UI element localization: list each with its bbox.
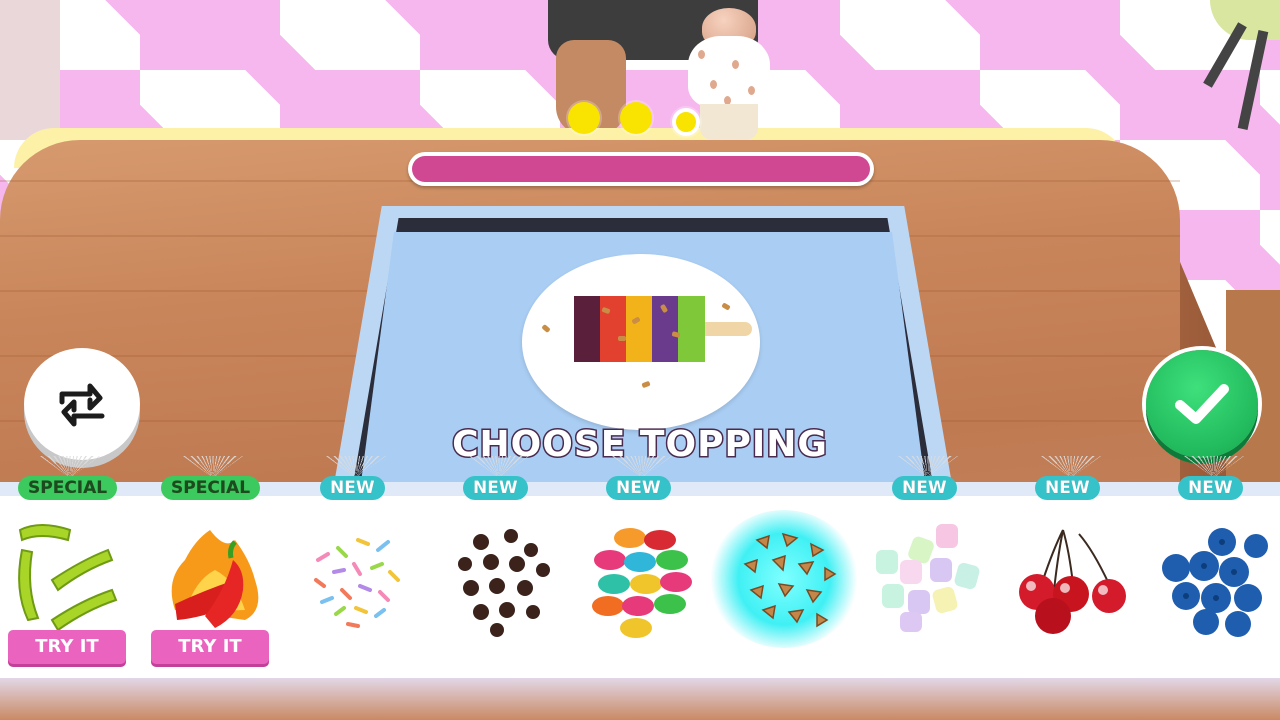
new-badge: NEW (320, 476, 385, 500)
topping-item-marshmallows[interactable]: NEW (858, 456, 998, 668)
new-badge: NEW (1178, 476, 1243, 500)
topping-item-cherries[interactable]: NEW (1001, 456, 1141, 668)
marshmallows-icon (876, 524, 980, 632)
topping-item-chocolate-chips[interactable]: NEW (429, 456, 569, 668)
swap-button[interactable] (24, 348, 140, 460)
cherries-icon (1019, 529, 1126, 634)
topping-item-worms[interactable]: SPECIAL TRY IT (0, 456, 140, 668)
chopped-nuts-icon (743, 532, 837, 628)
chocolate-chips-icon (458, 529, 550, 637)
new-badge: NEW (463, 476, 528, 500)
topping-item-chili[interactable]: SPECIAL TRY IT (143, 456, 283, 668)
topping-item-blueberries[interactable]: NEW (1144, 456, 1280, 668)
stage-dot (568, 102, 600, 134)
gummy-worms-icon (18, 524, 118, 632)
progress-fill (412, 156, 870, 182)
new-badge: NEW (1035, 476, 1100, 500)
new-badge: NEW (606, 476, 671, 500)
progress-bar (408, 152, 874, 186)
stage-dot (672, 108, 700, 136)
wall (0, 0, 60, 140)
game-scene: CHOOSE TOPPING SPECIAL TRY IT SPECIAL TR… (0, 0, 1280, 720)
special-badge: SPECIAL (18, 476, 118, 500)
stage-progress-dots (568, 102, 708, 136)
blueberries-icon (1162, 528, 1268, 637)
topping-item-sprinkles[interactable]: NEW (286, 456, 426, 668)
chili-peppers-icon (171, 530, 259, 628)
ice-cream-roll (541, 296, 752, 389)
topping-item-candy-buttons[interactable]: NEW (572, 456, 712, 668)
stage-dot (620, 102, 652, 134)
confirm-button[interactable] (1146, 350, 1258, 458)
counter-front (0, 678, 1280, 720)
candy-buttons-icon (592, 528, 692, 638)
swap-arrows-icon (59, 383, 105, 427)
new-badge: NEW (892, 476, 957, 500)
topping-item-chopped-nuts[interactable] (709, 468, 859, 668)
special-badge: SPECIAL (161, 476, 261, 500)
try-it-button[interactable]: TRY IT (8, 630, 126, 664)
stool (1190, 0, 1280, 130)
checkmark-icon (1175, 384, 1229, 424)
try-it-button[interactable]: TRY IT (151, 630, 269, 664)
sprinkles-icon (314, 538, 400, 628)
